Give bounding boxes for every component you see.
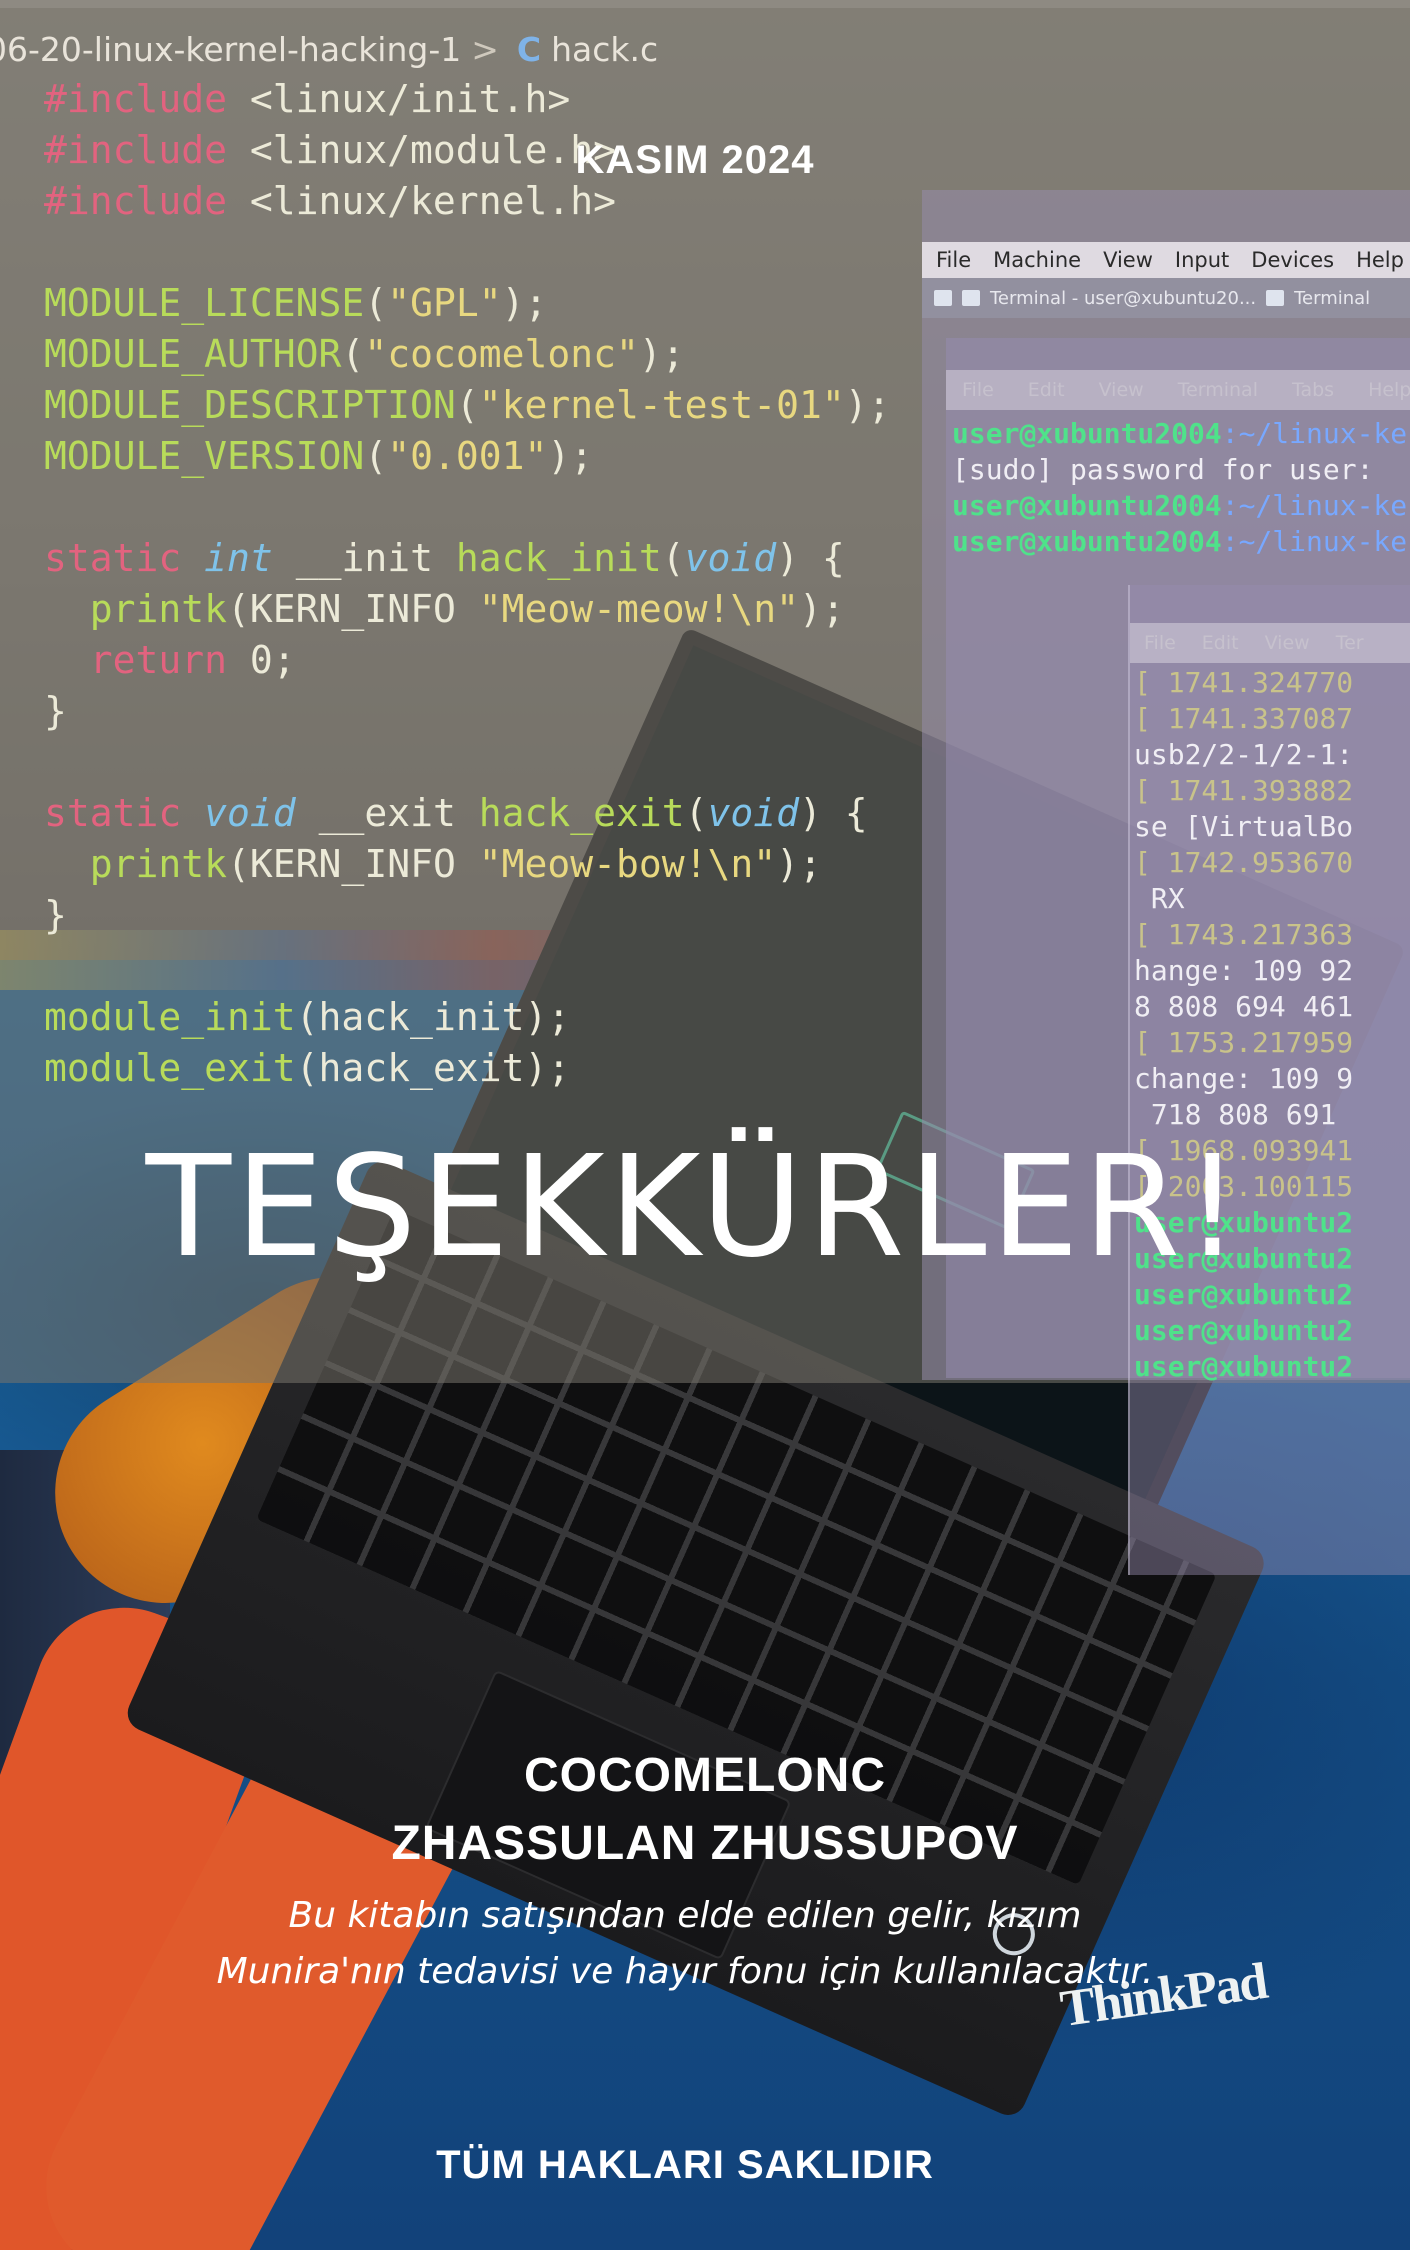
code-block: #include <linux/init.h> #include <linux/m… [44,74,944,1094]
code-line: static void __exit hack_exit(void) { [44,791,868,835]
terminal-line: [ 1741.324770 [1134,666,1354,699]
terminal-line: user@xubuntu2004:~/linux-ke [952,417,1408,450]
terminal-menu-item-edit[interactable]: Edit [1202,632,1239,654]
menu-item-view[interactable]: View [1103,248,1153,272]
code-line: return 0; [89,638,296,682]
author-alias: COCOMELONC [524,1749,886,1802]
c-file-icon: C [516,30,542,69]
terminal-line: [ 1753.217959 [1134,1026,1354,1059]
cover-title: TEŞEKKÜRLER! [0,1128,1410,1288]
terminal-line: [ 1741.337087 [1134,702,1354,735]
terminal-line: change: 109 9 [1134,1062,1354,1095]
terminal-menu-item-file[interactable]: File [1144,632,1176,654]
menu-item-file[interactable]: File [936,248,971,272]
terminal-menu-item-terminal[interactable]: Terminal [1178,379,1258,401]
code-line: } [44,893,67,937]
menu-item-input[interactable]: Input [1175,248,1229,272]
chevron-right-icon: > [471,30,499,69]
terminal-line: RX [1134,882,1185,915]
terminal-line: user@xubuntu2 [1134,1350,1354,1383]
date-text: KASIM 2024 [575,138,815,182]
terminal-menu-item-edit[interactable]: Edit [1028,379,1065,401]
publication-date: KASIM 2024 [0,138,1410,183]
code-line: #include <linux/init.h> [44,77,571,121]
terminal-line: [ 1743.217363 [1134,918,1354,951]
author-name: ZHASSULAN ZHUSSUPOV [391,1817,1019,1870]
code-line: MODULE_DESCRIPTION("kernel-test-01"); [44,383,891,427]
terminal-line: se [VirtualBo [1134,810,1354,843]
code-line: MODULE_VERSION("0.001"); [44,434,594,478]
taskbar-item-terminal-2[interactable]: Terminal [1294,288,1370,309]
terminal-menu-item-ter[interactable]: Ter [1336,632,1364,654]
terminal-menubar: File Edit View Ter [1130,623,1410,663]
terminal-line: hange: 109 92 [1134,954,1354,987]
terminal-line: 8 808 694 461 [1134,990,1354,1023]
terminal-menu-item-view[interactable]: View [1265,632,1310,654]
terminal-menu-item-view[interactable]: View [1099,379,1144,401]
menu-item-help[interactable]: Help [1356,248,1404,272]
code-line: printk(KERN_INFO "Meow-meow!\n"); [89,587,845,631]
terminal-line: [ 1741.393882 [1134,774,1354,807]
terminal-output: user@xubuntu2004:~/linux-ke [sudo] passwo… [952,416,1407,560]
code-line: module_exit(hack_exit); [44,1046,571,1090]
vm-taskbar: Terminal - user@xubuntu20... Terminal [922,278,1410,318]
vm-menubar: File Machine View Input Devices Help [922,242,1410,278]
copyright-notice: TÜM HAKLARI SAKLIDIR [436,2143,934,2187]
breadcrumb: 06-20-linux-kernel-hacking-1 > Chack.c [0,30,658,76]
code-line: MODULE_LICENSE("GPL"); [44,281,548,325]
menu-item-devices[interactable]: Devices [1251,248,1334,272]
terminal-line: [sudo] password for user: [952,453,1374,486]
terminal-line: user@xubuntu2004:~/linux-ke [952,525,1408,558]
code-line: module_init(hack_init); [44,995,571,1039]
terminal-icon [1266,290,1285,306]
code-line: #include <linux/kernel.h> [44,179,616,223]
terminal-icon [962,290,980,306]
taskbar-item-terminal-1[interactable]: Terminal - user@xubuntu20... [990,288,1256,309]
terminal-menu-item-help[interactable]: Help [1368,379,1410,401]
terminal-menu-item-file[interactable]: File [962,379,994,401]
terminal-window-2: File Edit View Ter [ 1741.324770[ 1741.3370… [1128,585,1410,1575]
terminal-line: user@xubuntu2 [1134,1314,1354,1347]
terminal-line: user@xubuntu2004:~/linux-ke [952,489,1408,522]
breadcrumb-folder: 06-20-linux-kernel-hacking-1 [0,30,462,69]
breadcrumb-file: hack.c [551,30,659,69]
terminal-line: usb2/2-1/2-1: [1134,738,1354,771]
code-line: printk(KERN_INFO "Meow-bow!\n"); [89,842,822,886]
code-line: static int __init hack_init(void) { [44,536,845,580]
app-icon [934,290,952,306]
code-line: } [44,689,67,733]
terminal-menubar: File Edit View Terminal Tabs Help [946,370,1410,410]
code-line: MODULE_AUTHOR("cocomelonc"); [44,332,685,376]
menu-item-machine[interactable]: Machine [993,248,1081,272]
terminal-line: [ 1742.953670 [1134,846,1354,879]
charity-note: Bu kitabın satışından elde edilen gelir,… [216,1895,1154,1992]
title-text: TEŞEKKÜRLER! [145,1126,1245,1289]
terminal-menu-item-tabs[interactable]: Tabs [1292,379,1334,401]
